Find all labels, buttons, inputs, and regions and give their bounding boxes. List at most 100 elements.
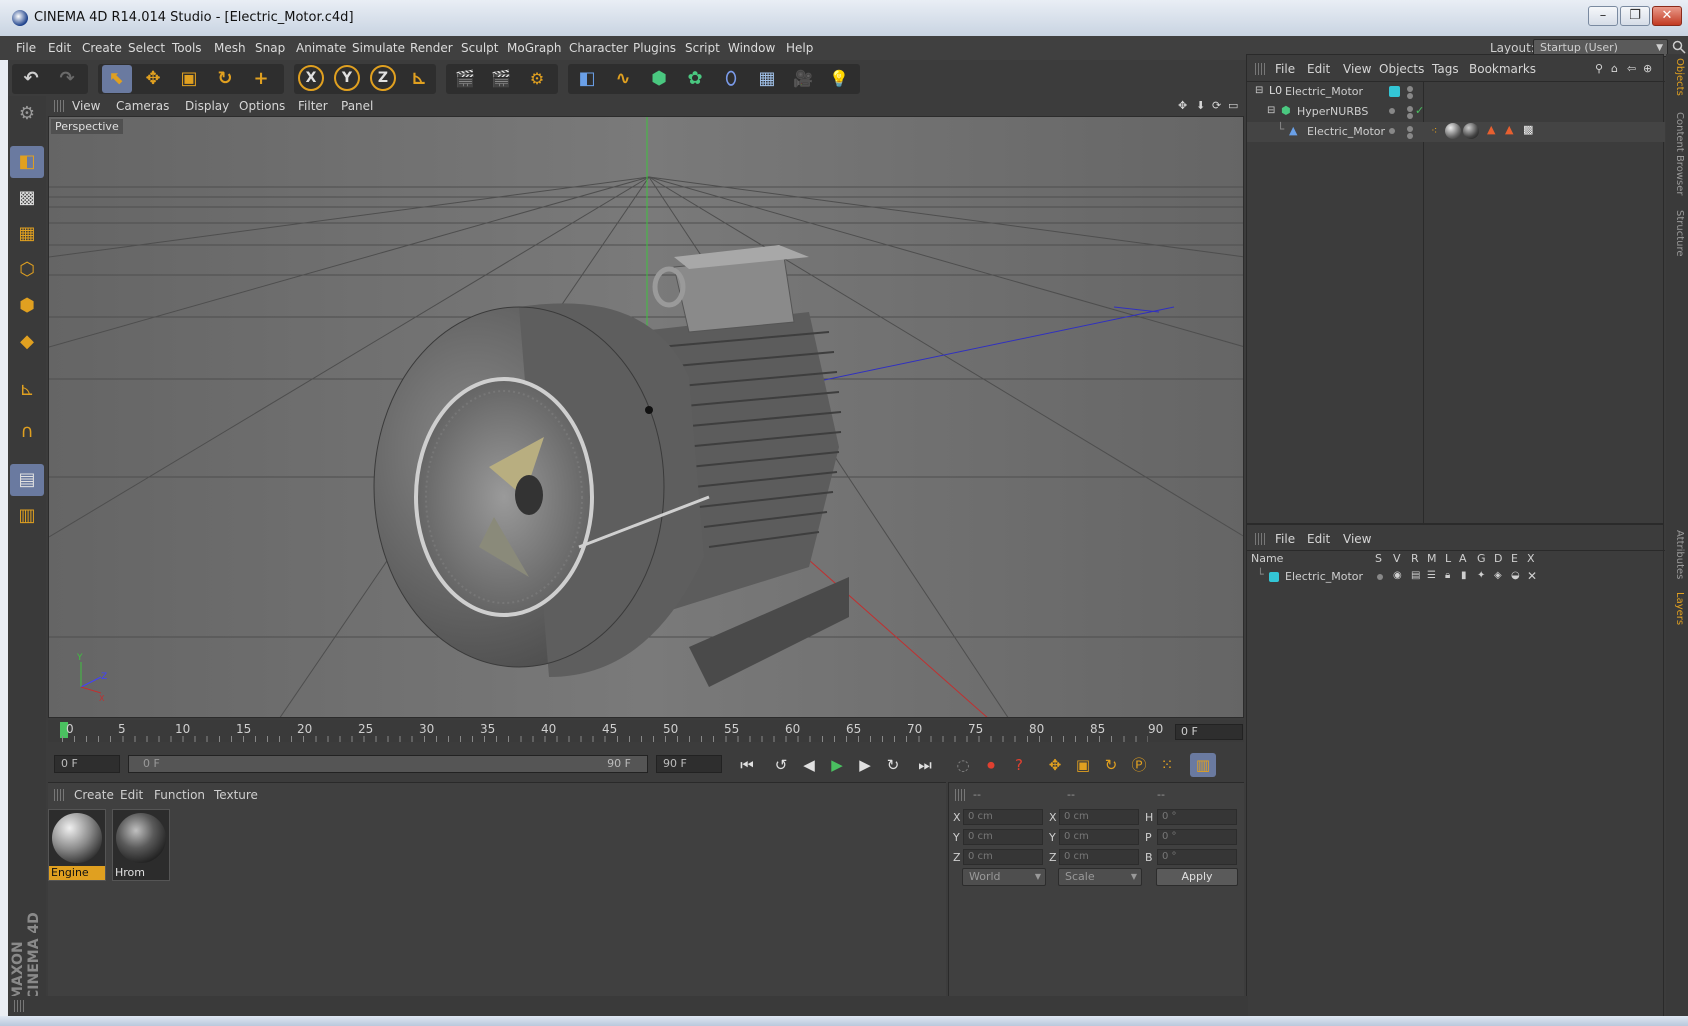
menu-select[interactable]: Select <box>128 41 165 55</box>
layer-dot[interactable] <box>1389 128 1395 134</box>
spline-icon[interactable]: ∿ <box>608 65 638 93</box>
layer-color-swatch[interactable] <box>1389 86 1400 97</box>
menu-character[interactable]: Character <box>569 41 628 55</box>
edges-mode-icon[interactable]: ⬢ <box>10 290 44 322</box>
menu-script[interactable]: Script <box>685 41 720 55</box>
scale-button[interactable]: ▣ <box>174 65 204 93</box>
goto-start-button[interactable]: ⏮ <box>734 753 760 777</box>
range-slider[interactable]: 0 F 90 F <box>128 755 648 773</box>
manager-icon[interactable]: ☰ <box>1427 570 1436 581</box>
rotate-button[interactable]: ↻ <box>210 65 240 93</box>
points-mode-icon[interactable]: ⬡ <box>10 254 44 286</box>
maximize-button[interactable]: ❐ <box>1620 6 1650 26</box>
close-button[interactable]: ✕ <box>1652 6 1682 26</box>
tab-attributes[interactable]: Attributes <box>1669 530 1685 579</box>
key-rotation-icon[interactable]: ↻ <box>1098 753 1124 777</box>
polygons-mode-icon[interactable]: ◆ <box>10 326 44 358</box>
editor-visibility-dot[interactable] <box>1407 126 1413 132</box>
col-name[interactable]: Name <box>1251 552 1283 565</box>
menu-mesh[interactable]: Mesh <box>214 41 246 55</box>
obj-menu-bookmarks[interactable]: Bookmarks <box>1469 62 1536 76</box>
layer-row[interactable]: └ Electric_Motor ◉ ▤ ☰ 🔒︎ ▮ ✦ ◈ ◒ ✕ <box>1247 568 1665 586</box>
col-generators[interactable]: G <box>1477 552 1486 565</box>
move-button[interactable]: ✥ <box>138 65 168 93</box>
render-visibility-dot[interactable] <box>1407 133 1413 139</box>
play-button[interactable]: ▶ <box>824 753 850 777</box>
camera-icon[interactable]: 🎥 <box>788 65 818 93</box>
menu-mograph[interactable]: MoGraph <box>507 41 562 55</box>
start-frame-field[interactable]: 0 F <box>54 755 120 773</box>
material-tag-icon[interactable] <box>1463 123 1479 139</box>
size-z-field[interactable]: 0 cm <box>1059 849 1139 865</box>
toggle-view-icon[interactable]: ▭ <box>1228 99 1238 112</box>
col-locked[interactable]: L <box>1445 552 1451 565</box>
layer-dot[interactable] <box>1389 108 1395 114</box>
planar-workplane-icon[interactable]: ▥ <box>10 500 44 532</box>
coord-type-dropdown[interactable]: Scale ▼ <box>1058 868 1142 886</box>
magnet-icon[interactable]: ∩ <box>10 416 44 448</box>
object-row-electric-motor-mesh[interactable]: └ ▲ Electric_Motor ⁖ ▲ ▲ ▩ <box>1247 122 1665 142</box>
render-icon[interactable]: ▤ <box>1411 570 1420 581</box>
editor-visibility-dot[interactable] <box>1407 86 1413 92</box>
key-param-icon[interactable]: Ⓟ <box>1126 753 1152 777</box>
expression-icon[interactable]: ◒ <box>1511 570 1520 581</box>
vp-menu-filter[interactable]: Filter <box>298 99 328 113</box>
col-deformers[interactable]: D <box>1494 552 1502 565</box>
material-hrom[interactable]: Hrom <box>112 809 170 881</box>
rot-h-field[interactable]: 0 ° <box>1157 809 1237 825</box>
rot-p-field[interactable]: 0 ° <box>1157 829 1237 845</box>
make-editable-icon[interactable]: ⚙ <box>10 98 44 130</box>
timeline-window-icon[interactable]: ▥ <box>1190 753 1216 777</box>
animation-icon[interactable]: ▮ <box>1461 570 1467 581</box>
pos-x-field[interactable]: 0 cm <box>963 809 1043 825</box>
col-render[interactable]: R <box>1411 552 1419 565</box>
col-manager[interactable]: M <box>1427 552 1437 565</box>
new-window-icon[interactable]: ⊕ <box>1643 62 1652 75</box>
size-x-field[interactable]: 0 cm <box>1059 809 1139 825</box>
render-visibility-dot[interactable] <box>1407 93 1413 99</box>
coordinate-system-button[interactable]: ⊾ <box>404 65 434 93</box>
light-icon[interactable]: 💡 <box>824 65 854 93</box>
menu-edit[interactable]: Edit <box>48 41 71 55</box>
workplane-icon[interactable]: ▦ <box>10 218 44 250</box>
menu-render[interactable]: Render <box>410 41 453 55</box>
render-picture-viewer-button[interactable]: 🎬 <box>486 65 516 93</box>
enabled-check-icon[interactable]: ✓ <box>1415 104 1424 117</box>
obj-menu-objects[interactable]: Objects <box>1379 62 1424 76</box>
texture-mode-icon[interactable]: ▩ <box>10 182 44 214</box>
vp-menu-panel[interactable]: Panel <box>341 99 373 113</box>
move-view-icon[interactable]: ✥ <box>1178 99 1187 112</box>
vp-menu-options[interactable]: Options <box>239 99 285 113</box>
obj-menu-edit[interactable]: Edit <box>1307 62 1330 76</box>
eye-icon[interactable]: ◉ <box>1393 570 1402 581</box>
menu-create[interactable]: Create <box>82 41 122 55</box>
minimize-button[interactable]: – <box>1588 6 1618 26</box>
selection-tag-icon[interactable]: ▲ <box>1487 123 1495 136</box>
xref-icon[interactable]: ✕ <box>1527 569 1537 583</box>
layer-color-swatch[interactable] <box>1269 572 1279 582</box>
menu-help[interactable]: Help <box>786 41 813 55</box>
vp-menu-display[interactable]: Display <box>185 99 229 113</box>
phong-tag-icon[interactable]: ⁖ <box>1431 124 1437 137</box>
axis-mode-icon[interactable]: ⊾ <box>10 374 44 406</box>
end-frame-field[interactable]: 90 F <box>656 755 722 773</box>
zoom-view-icon[interactable]: ⬇ <box>1196 99 1205 112</box>
key-pla-icon[interactable]: ⁙ <box>1154 753 1180 777</box>
nurbs-icon[interactable]: ⬢ <box>644 65 674 93</box>
timeline-ruler[interactable]: 0 5 10 15 20 25 30 35 40 45 50 55 60 65 … <box>48 720 1244 742</box>
obj-menu-file[interactable]: File <box>1275 62 1295 76</box>
selection-tag-icon[interactable]: ▲ <box>1505 123 1513 136</box>
lock-workplane-icon[interactable]: ▤ <box>10 464 44 496</box>
mat-menu-edit[interactable]: Edit <box>120 788 143 802</box>
render-visibility-dot[interactable] <box>1407 113 1413 119</box>
vp-menu-cameras[interactable]: Cameras <box>116 99 169 113</box>
x-axis-button[interactable]: X <box>298 65 324 91</box>
material-tag-icon[interactable] <box>1445 123 1461 139</box>
model-mode-icon[interactable]: ◧ <box>10 146 44 178</box>
key-position-icon[interactable]: ✥ <box>1042 753 1068 777</box>
material-engine[interactable]: Engine <box>48 809 106 881</box>
col-xref[interactable]: X <box>1527 552 1535 565</box>
next-key-button[interactable]: ↻ <box>880 753 906 777</box>
mograph-array-icon[interactable]: ✿ <box>680 65 710 93</box>
collapse-icon[interactable]: ⊟ <box>1267 105 1275 116</box>
